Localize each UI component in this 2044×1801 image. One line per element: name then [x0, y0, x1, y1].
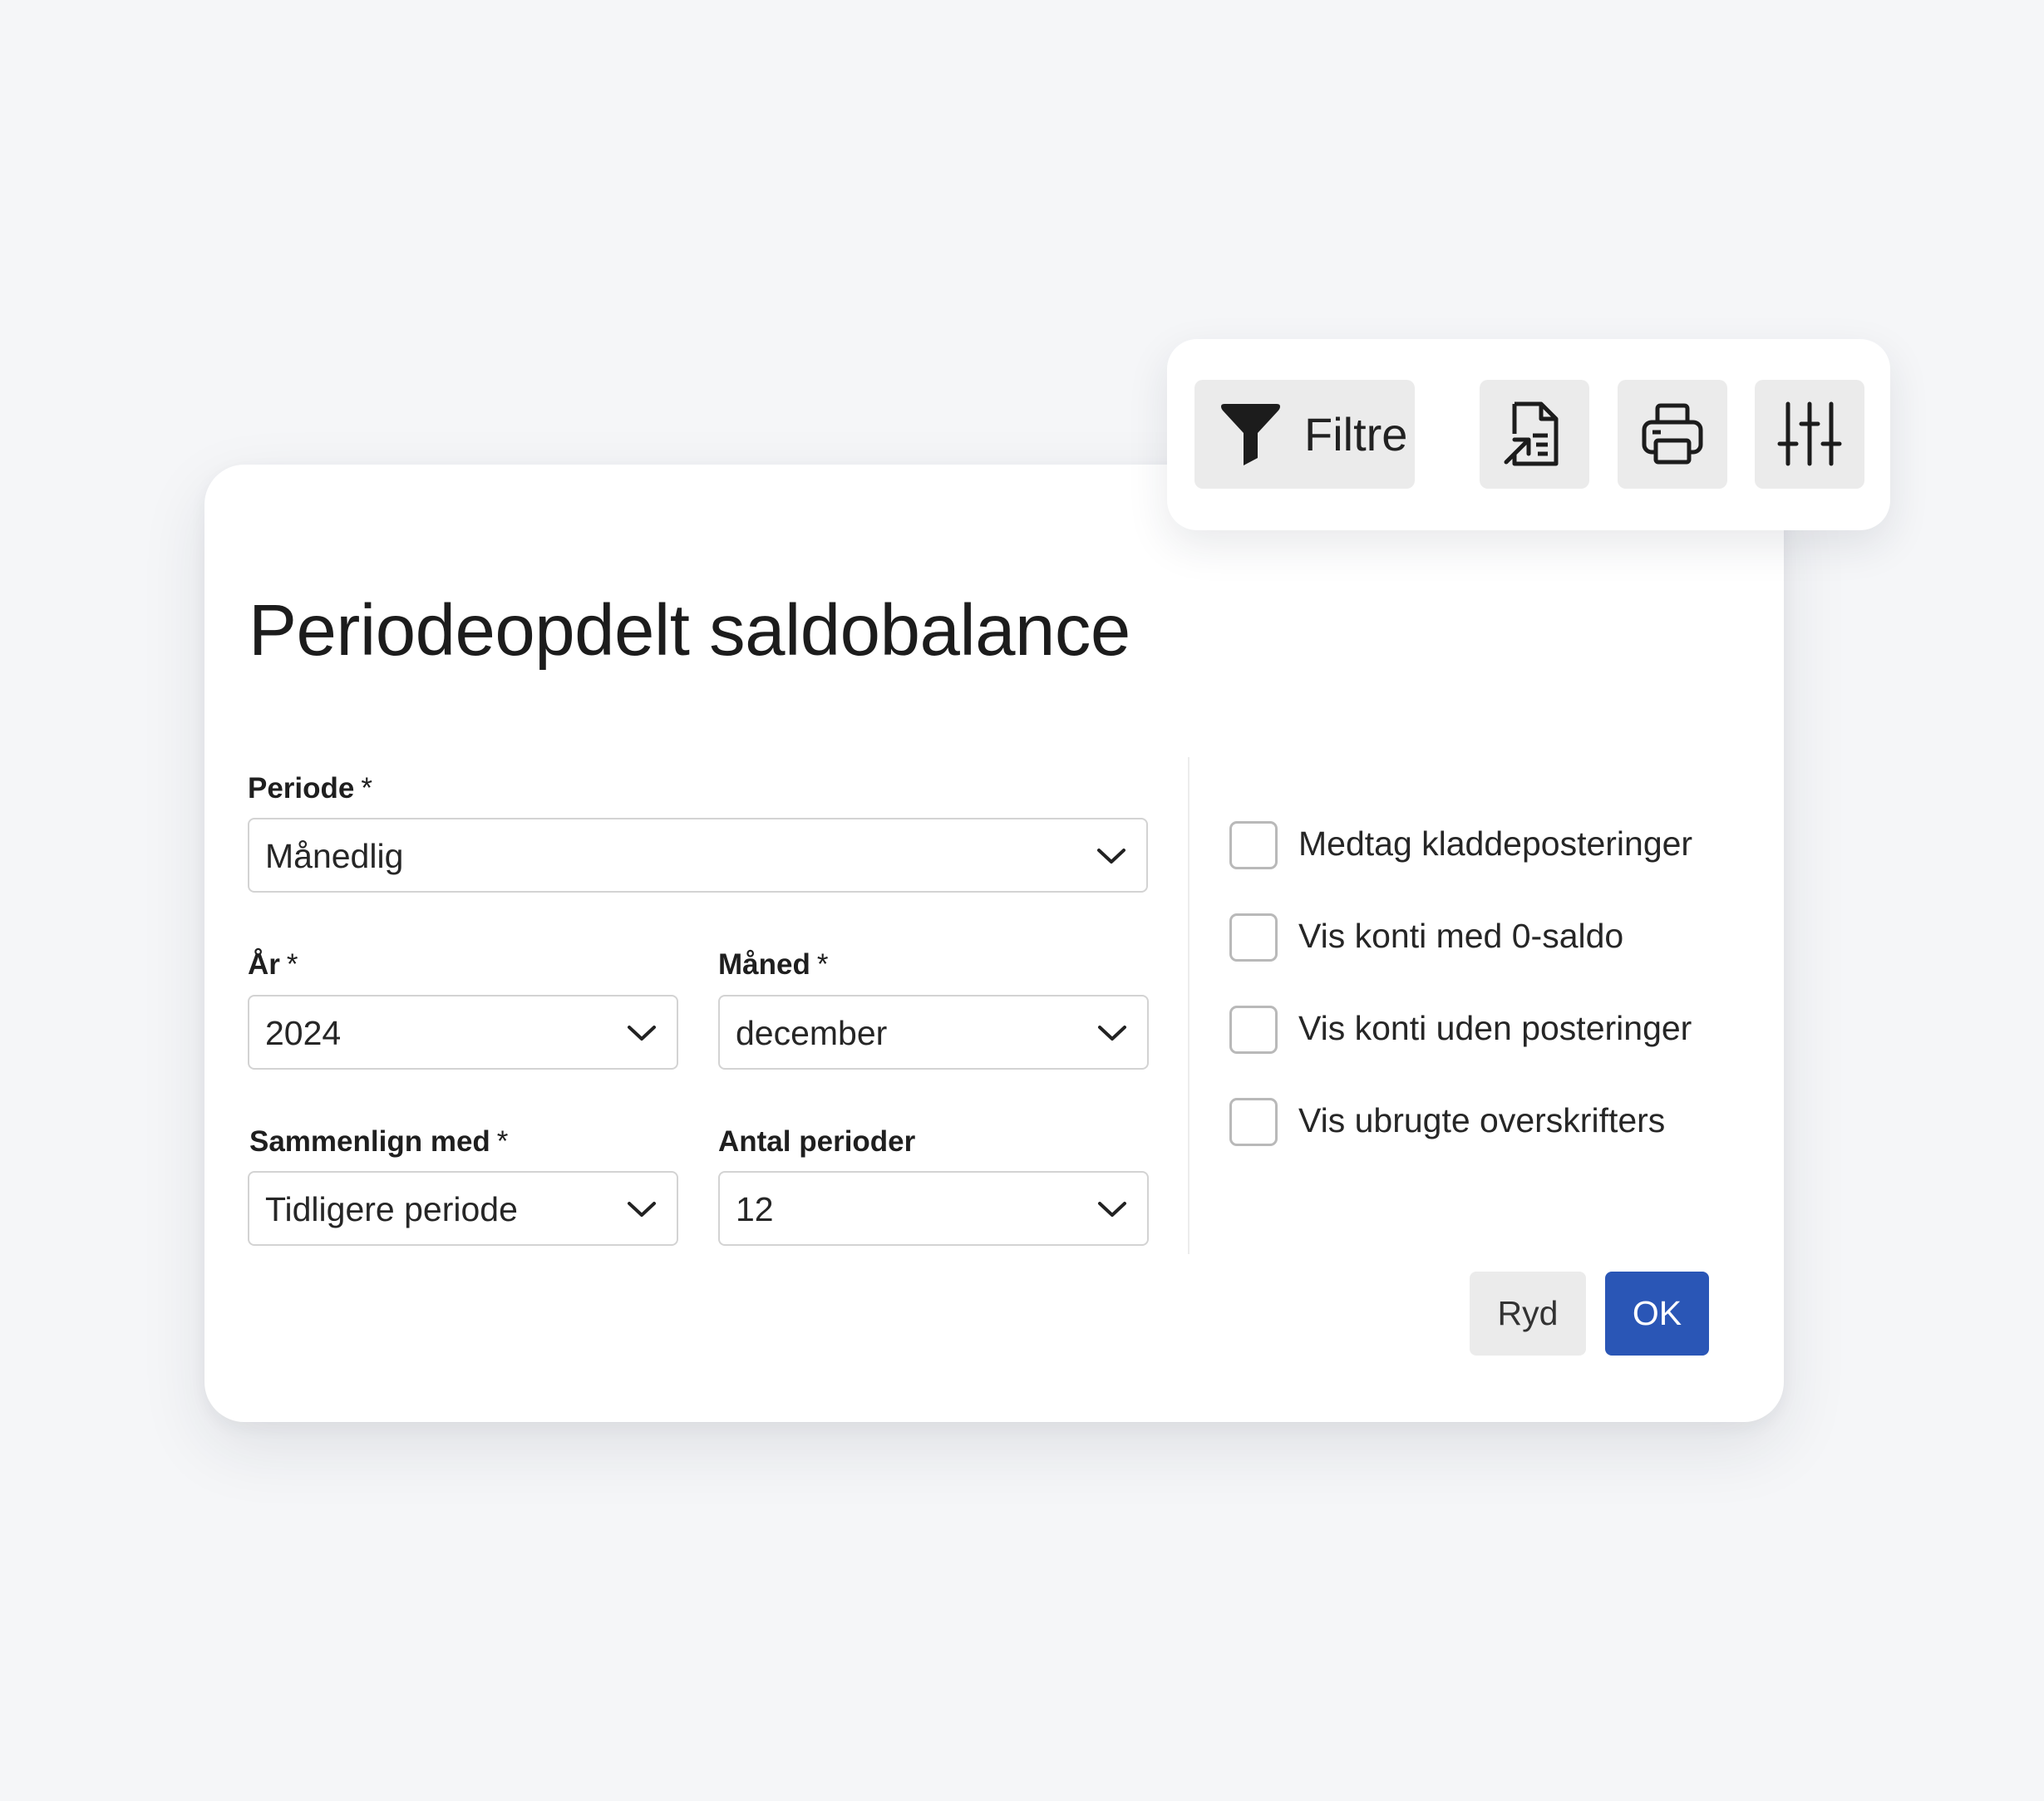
export-button[interactable] — [1480, 380, 1589, 489]
report-toolbar: Filtre — [1167, 339, 1890, 530]
filter-funnel-icon — [1221, 404, 1280, 465]
checkbox-box[interactable] — [1229, 913, 1278, 962]
checkbox-label: Medtag kladdeposteringer — [1298, 824, 1693, 863]
filter-button-label: Filtre — [1304, 408, 1408, 460]
aar-select-value: 2024 — [265, 1014, 342, 1052]
checkbox-label: Vis konti uden posteringer — [1298, 1009, 1692, 1047]
chevron-down-icon — [628, 1026, 656, 1041]
antal-label: Antal perioder — [718, 1125, 915, 1159]
antal-label-text: Antal perioder — [718, 1125, 916, 1158]
maaned-label: Måned * — [718, 948, 828, 982]
antal-select[interactable]: 12 — [718, 1171, 1149, 1246]
clear-button[interactable]: Ryd — [1470, 1272, 1586, 1356]
sammenlign-select-value: Tidligere periode — [265, 1190, 518, 1228]
periode-label: Periode * — [248, 772, 372, 805]
checkbox-label: Vis ubrugte overskrifters — [1298, 1101, 1666, 1139]
sammenlign-label-text: Sammenlign med — [249, 1125, 490, 1158]
checkbox-label: Vis konti med 0-saldo — [1298, 917, 1624, 955]
chevron-down-icon — [1098, 1202, 1126, 1217]
periode-select[interactable]: Månedlig — [248, 818, 1148, 893]
checkbox-vis-konti-0-saldo[interactable]: Vis konti med 0-saldo — [1229, 913, 1745, 963]
checkbox-vis-konti-uden-posteringer[interactable]: Vis konti uden posteringer — [1229, 1006, 1745, 1056]
sammenlign-label: Sammenlign med * — [249, 1125, 508, 1159]
aar-label: År * — [248, 948, 298, 982]
column-divider — [1188, 757, 1189, 1254]
chevron-down-icon — [628, 1202, 656, 1217]
sliders-icon — [1777, 401, 1842, 466]
maaned-select[interactable]: december — [718, 995, 1149, 1070]
required-mark: * — [361, 772, 373, 805]
checkbox-medtag-kladdeposteringer[interactable]: Medtag kladdeposteringer — [1229, 821, 1745, 871]
checkbox-box[interactable] — [1229, 821, 1278, 869]
periode-select-value: Månedlig — [265, 837, 404, 875]
print-button[interactable] — [1618, 380, 1727, 489]
required-mark: * — [496, 1125, 509, 1158]
chevron-down-icon — [1098, 1026, 1126, 1041]
checkbox-box[interactable] — [1229, 1098, 1278, 1146]
printer-icon — [1642, 403, 1703, 465]
required-mark: * — [816, 948, 829, 981]
required-mark: * — [286, 948, 298, 981]
aar-label-text: År — [248, 948, 280, 981]
checkbox-box[interactable] — [1229, 1006, 1278, 1054]
report-filter-card: Periodeopdelt saldobalance Periode * Måne… — [204, 465, 1784, 1422]
settings-button[interactable] — [1755, 380, 1864, 489]
antal-select-value: 12 — [736, 1190, 774, 1228]
maaned-select-value: december — [736, 1014, 888, 1052]
maaned-label-text: Måned — [718, 948, 810, 981]
export-document-icon — [1504, 401, 1559, 466]
aar-select[interactable]: 2024 — [248, 995, 678, 1070]
ok-button[interactable]: OK — [1605, 1272, 1709, 1356]
chevron-down-icon — [1097, 849, 1125, 864]
sammenlign-select[interactable]: Tidligere periode — [248, 1171, 678, 1246]
page-title: Periodeopdelt saldobalance — [249, 590, 1130, 671]
periode-label-text: Periode — [248, 772, 355, 805]
filter-button[interactable]: Filtre — [1194, 380, 1415, 489]
checkbox-vis-ubrugte-overskrifter[interactable]: Vis ubrugte overskrifters — [1229, 1098, 1745, 1148]
